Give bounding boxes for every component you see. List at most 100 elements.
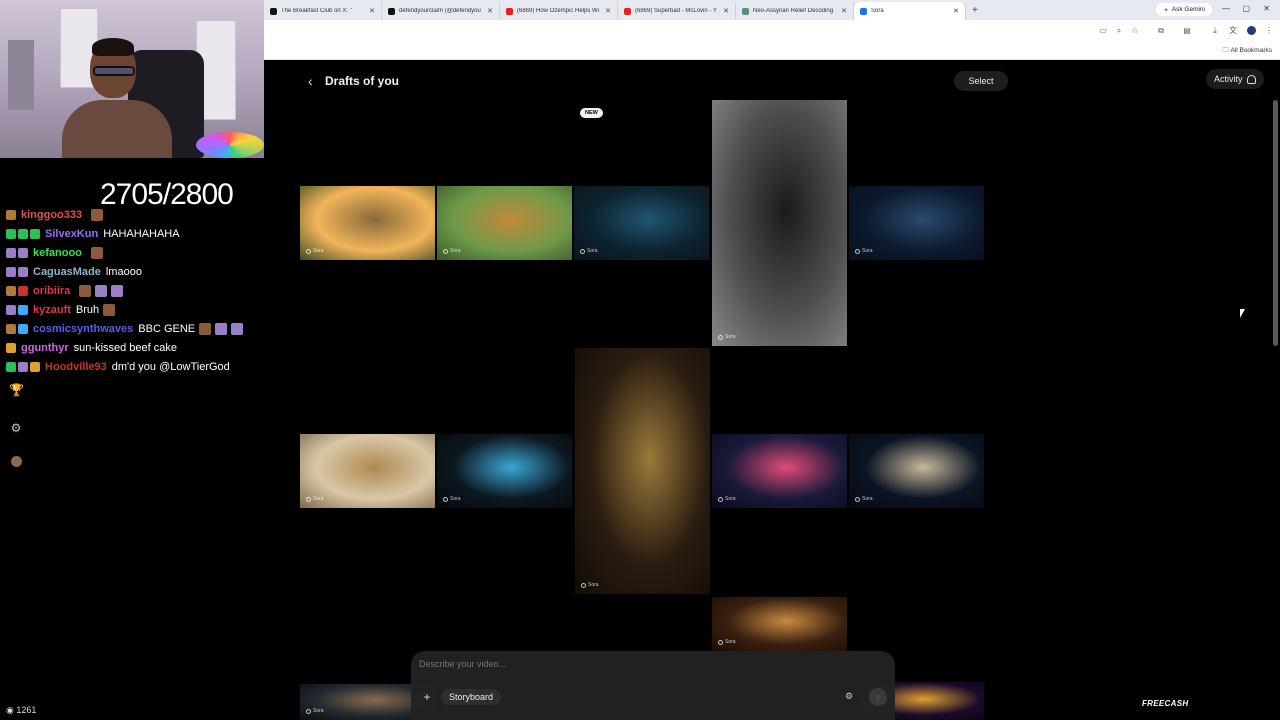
- browser-tab[interactable]: defendyourclaim (@defendyou ✕: [382, 2, 500, 20]
- badge-icon: [18, 304, 28, 315]
- storyboard-button[interactable]: Storyboard: [441, 689, 502, 705]
- chat-username[interactable]: kinggoo333: [21, 209, 82, 221]
- chat-message: kinggoo333: [6, 205, 264, 224]
- select-button[interactable]: Select: [954, 71, 1008, 91]
- streamer-body: [62, 100, 172, 158]
- chat-badges: [6, 361, 40, 372]
- all-bookmarks-button[interactable]: 🗀 All Bookmarks: [1223, 46, 1273, 57]
- settings-gear-icon[interactable]: ⚙: [9, 421, 23, 435]
- draft-rooftop-white-suit[interactable]: Sora: [849, 434, 984, 508]
- side-panel-icon[interactable]: ▤: [1182, 26, 1192, 36]
- chat-username[interactable]: cosmicsynthwaves: [33, 323, 133, 335]
- chat-username[interactable]: SilvexKun: [45, 228, 98, 240]
- tab-close-icon[interactable]: ✕: [953, 7, 959, 15]
- draft-supplement-bottle[interactable]: Sora: [712, 100, 847, 346]
- chat-text: sun-kissed beef cake: [73, 341, 178, 354]
- browser-tab[interactable]: Sora ✕: [854, 2, 966, 20]
- emote-icon: [79, 284, 92, 297]
- tab-close-icon[interactable]: ✕: [723, 7, 729, 15]
- sora-watermark: Sora: [718, 496, 736, 502]
- minimize-icon[interactable]: —: [1222, 4, 1230, 13]
- favicon-icon: [742, 7, 749, 15]
- avatar[interactable]: [9, 456, 23, 470]
- sora-watermark: Sora: [718, 334, 736, 340]
- sora-watermark: Sora: [306, 496, 324, 502]
- draft-chandelier-gold-cloak[interactable]: Sora: [575, 348, 710, 594]
- draft-farmhouse-field[interactable]: Sora: [300, 186, 435, 260]
- settings-sliders-icon[interactable]: ⚙: [845, 691, 853, 702]
- new-badge: NEW: [580, 108, 603, 118]
- browser-menu-icon[interactable]: ⋮: [1264, 26, 1274, 36]
- badge-icon: [6, 247, 16, 258]
- new-tab-icon[interactable]: +: [972, 5, 978, 16]
- draft-neon-lab-figures[interactable]: Sora: [574, 186, 709, 260]
- submit-arrow-icon[interactable]: ↑: [869, 688, 887, 706]
- emote-icon: [91, 208, 104, 221]
- tab-close-icon[interactable]: ✕: [841, 7, 847, 15]
- emote-icon: [199, 322, 212, 335]
- emote-icon: [231, 322, 244, 335]
- tab-close-icon[interactable]: ✕: [369, 7, 375, 15]
- chat-message: kefanooo: [6, 243, 264, 262]
- badge-icon: [6, 323, 16, 334]
- sponsor-logo: FREECASH: [1142, 699, 1189, 708]
- chat-badges: [6, 266, 28, 277]
- sora-watermark: Sora: [580, 248, 598, 254]
- chat-username[interactable]: ggunthyr: [21, 342, 69, 354]
- describe-video-input[interactable]: [419, 659, 719, 669]
- chat-username[interactable]: kefanooo: [33, 247, 82, 259]
- activity-button[interactable]: Activity: [1206, 69, 1264, 89]
- add-media-icon[interactable]: +: [419, 689, 435, 705]
- back-chevron-icon[interactable]: ‹: [308, 73, 313, 89]
- prompt-composer: + Storyboard ⚙ ↑: [411, 651, 895, 720]
- draft-warm-bokeh[interactable]: Sora: [712, 597, 847, 651]
- badge-icon: [18, 361, 28, 372]
- ask-gemini-button[interactable]: ✦ Ask Gemini: [1156, 3, 1212, 16]
- sora-logo-icon: [443, 248, 448, 254]
- chat-username[interactable]: CaguasMade: [33, 266, 101, 278]
- sora-watermark: Sora: [443, 496, 461, 502]
- chat-username[interactable]: kyzauft: [33, 304, 71, 316]
- bookmark-star-icon[interactable]: ☆: [1130, 26, 1140, 36]
- badge-icon: [18, 323, 28, 334]
- room-shelf: [8, 40, 34, 110]
- browser-tab[interactable]: The Breakfast Club on X: " ✕: [264, 2, 382, 20]
- draft-city-night-window[interactable]: Sora: [849, 186, 984, 260]
- profile-avatar[interactable]: [1246, 26, 1256, 36]
- chat-username[interactable]: oribiira: [33, 285, 70, 297]
- download-icon[interactable]: ⤓: [1210, 26, 1220, 36]
- badge-icon: [18, 228, 28, 239]
- badge-icon: [6, 285, 16, 296]
- draft-rasta-beanie-portrait[interactable]: Sora: [437, 186, 572, 260]
- browser-tab[interactable]: Neo-Assyrian Relief Decoding ✕: [736, 2, 854, 20]
- sora-drafts-page: ‹ Drafts of you Select Activity NEW Sora…: [264, 60, 1280, 720]
- draft-glowing-device[interactable]: Sora: [437, 434, 572, 508]
- emote-icon: [90, 246, 103, 259]
- tab-close-icon[interactable]: ✕: [487, 7, 493, 15]
- scrollbar[interactable]: [1273, 100, 1278, 346]
- browser-tab[interactable]: (6869) Superbad - McLovin - Y ✕: [618, 2, 736, 20]
- sora-watermark: Sora: [855, 248, 873, 254]
- favicon-icon: [860, 7, 867, 15]
- sora-watermark: Sora: [855, 496, 873, 502]
- sora-logo-icon: [718, 334, 723, 340]
- favicon-icon: [270, 7, 277, 15]
- extensions-icon[interactable]: ⧉: [1156, 26, 1166, 36]
- translate-icon[interactable]: 文: [1228, 26, 1238, 36]
- maximize-icon[interactable]: ▢: [1242, 4, 1250, 13]
- draft-neon-city-suit[interactable]: Sora: [712, 434, 847, 508]
- sora-logo-icon: [306, 496, 311, 502]
- chat-username[interactable]: Hoodville93: [45, 361, 107, 373]
- tab-close-icon[interactable]: ✕: [605, 7, 611, 15]
- tab-title: Neo-Assyrian Relief Decoding: [753, 8, 834, 14]
- draft-desert-sunlit-portrait[interactable]: Sora: [300, 434, 435, 508]
- tab-title: (6869) Superbad - McLovin - Y: [635, 8, 717, 14]
- browser-tab[interactable]: (6869) How Ozempic Helps Wi ✕: [500, 2, 618, 20]
- badge-icon: [6, 342, 16, 353]
- tab-title: The Breakfast Club on X: ": [281, 8, 352, 14]
- favicon-icon: [388, 7, 395, 15]
- trophy-icon[interactable]: 🏆: [9, 383, 24, 397]
- zoom-icon[interactable]: ⌕: [1114, 26, 1124, 36]
- window-close-icon[interactable]: ✕: [1263, 4, 1270, 13]
- screen-cast-icon[interactable]: ▭: [1098, 26, 1108, 36]
